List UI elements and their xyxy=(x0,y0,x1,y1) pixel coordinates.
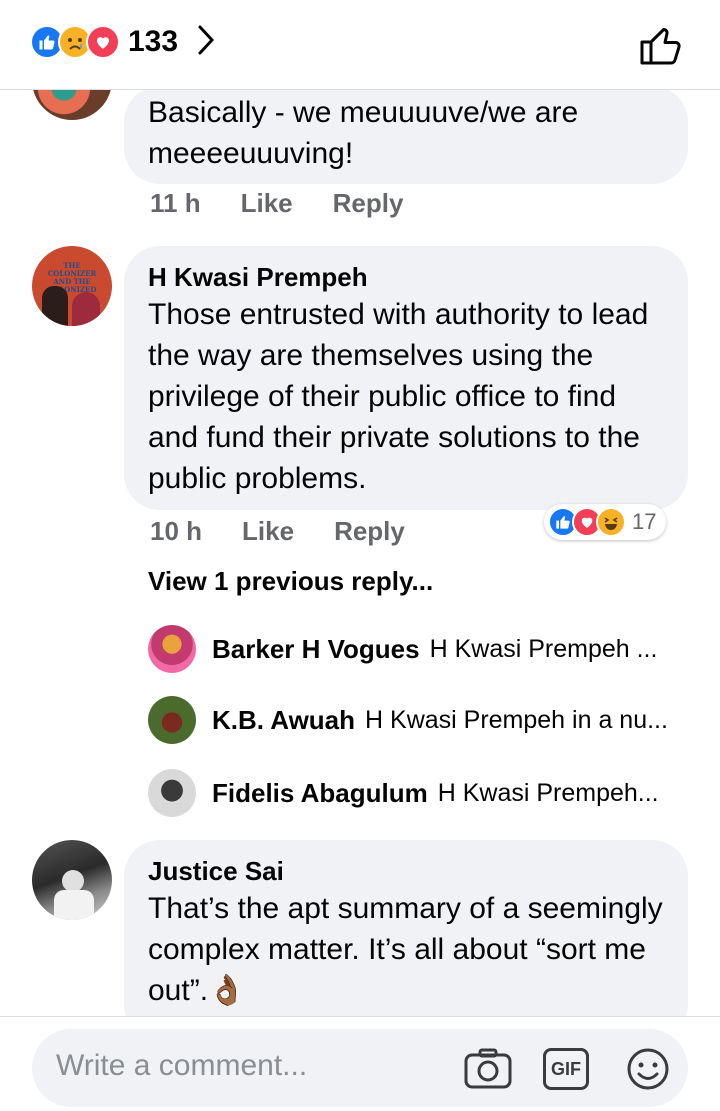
comment-bubble: Justice Sai That’s the apt summary of a … xyxy=(124,840,688,1016)
camera-icon[interactable] xyxy=(464,1045,512,1093)
comment-actions: 11 h Like Reply xyxy=(150,188,443,219)
chevron-right-icon xyxy=(196,24,216,61)
comment-text: Basically - we meuuuuve/we are meeeeuuuv… xyxy=(148,96,579,170)
view-previous-replies-link[interactable]: View 1 previous reply... xyxy=(148,566,433,597)
reaction-count: 17 xyxy=(632,509,657,534)
reply-preview[interactable]: Barker H Vogues H Kwasi Prempeh ... xyxy=(148,624,657,674)
comments-list: Basically - we meuuuuve/we are meeeeuuuv… xyxy=(0,90,720,1016)
reply-author: K.B. Awuah xyxy=(212,704,356,735)
reactions-summary[interactable]: 133 xyxy=(30,22,216,62)
comment-placeholder: Write a comment... xyxy=(56,1049,308,1082)
avatar-justice-sai[interactable] xyxy=(32,840,112,920)
reaction-count: 133 xyxy=(128,25,179,58)
comment-bubble: H Kwasi Prempeh Those entrusted with aut… xyxy=(124,246,688,510)
reply-link[interactable]: Reply xyxy=(333,188,404,219)
avatar xyxy=(148,696,196,744)
comment-author[interactable]: Justice Sai xyxy=(148,854,664,888)
avatar xyxy=(148,625,196,673)
reply-author: Fidelis Abagulum xyxy=(212,777,428,808)
reply-link[interactable]: Reply xyxy=(334,516,405,547)
comment-actions: 10 h Like Reply xyxy=(150,516,445,547)
like-link[interactable]: Like xyxy=(242,516,294,547)
avatar-h-kwasi-prempeh[interactable]: THE COLONIZER AND THE COLONIZED xyxy=(32,246,112,326)
like-post-button[interactable] xyxy=(638,22,684,68)
like-link[interactable]: Like xyxy=(241,188,293,219)
haha-icon xyxy=(596,507,626,537)
gif-button[interactable]: GIF xyxy=(542,1045,590,1093)
comment-author[interactable]: H Kwasi Prempeh xyxy=(148,260,664,294)
comment-composer: Write a comment... GIF xyxy=(0,1016,720,1111)
reply-snippet: H Kwasi Prempeh... xyxy=(437,778,659,807)
comment-text: That’s the apt summary of a seemingly co… xyxy=(148,892,663,1007)
reply-snippet: H Kwasi Prempeh in a nu... xyxy=(365,705,668,734)
reply-preview[interactable]: K.B. Awuah H Kwasi Prempeh in a nu... xyxy=(148,695,668,745)
reactions-header: 133 xyxy=(0,0,720,90)
comment-input[interactable]: Write a comment... GIF xyxy=(32,1029,688,1107)
reply-author: Barker H Vogues xyxy=(212,633,420,664)
emoji-icon[interactable] xyxy=(624,1045,672,1093)
comment-time: 11 h xyxy=(150,188,201,218)
love-icon xyxy=(86,25,120,59)
reply-snippet: H Kwasi Prempeh ... xyxy=(429,634,658,663)
avatar[interactable] xyxy=(32,90,112,120)
comment-bubble: Basically - we meuuuuve/we are meeeeuuuv… xyxy=(124,90,688,184)
comment-reactions[interactable]: 17 xyxy=(544,504,667,540)
gif-label: GIF xyxy=(551,1058,581,1079)
comment-time: 10 h xyxy=(150,516,203,546)
comment-text: Those entrusted with authority to lead t… xyxy=(148,298,649,495)
avatar xyxy=(148,769,196,817)
reply-preview[interactable]: Fidelis Abagulum H Kwasi Prempeh... xyxy=(148,768,659,818)
